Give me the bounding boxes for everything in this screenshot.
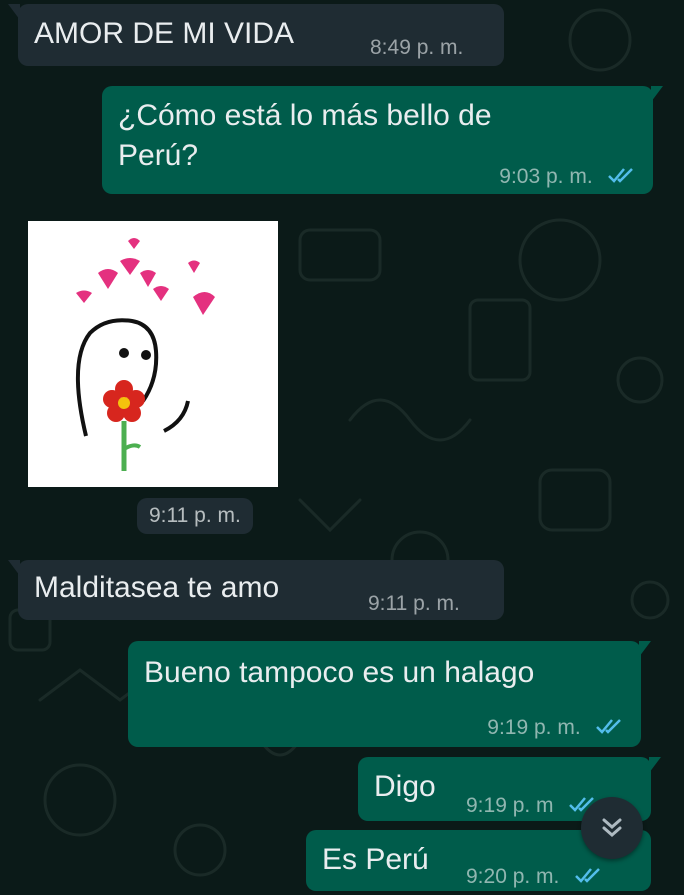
message-outgoing[interactable]: Bueno tampoco es un halago 9:19 p. m.: [128, 641, 651, 747]
message-text: Digo: [374, 770, 436, 803]
bubble-tail: [639, 641, 651, 657]
message-time: 9:11 p. m.: [368, 592, 460, 615]
bubble-tail: [649, 757, 661, 773]
double-check-icon: [596, 719, 621, 734]
message-text: AMOR DE MI VIDA: [34, 17, 295, 50]
message-time: 8:49 p. m.: [370, 36, 464, 59]
message-meta: 9:20 p. m.: [466, 856, 602, 895]
message-text: Malditasea te amo: [34, 571, 280, 604]
double-check-icon: [574, 868, 600, 883]
message-time: 9:20 p. m.: [466, 865, 560, 888]
message-time: 9:19 p. m.: [487, 716, 581, 739]
message-meta: 9:19 p. m.: [487, 707, 623, 746]
message-meta: 9:19 p. m: [466, 785, 596, 824]
message-text-line-1: ¿Cómo está lo más bello de: [118, 99, 492, 132]
bubble-tail: [8, 560, 20, 576]
message-text: Bueno tampoco es un halago: [144, 656, 535, 689]
double-check-icon: [608, 168, 633, 183]
message-text: Es Perú: [322, 843, 429, 876]
message-incoming[interactable]: Malditasea te amo 9:11 p. m.: [8, 560, 504, 620]
sticker-image[interactable]: [28, 221, 278, 487]
message-time: 9:03 p. m.: [499, 165, 593, 188]
sticker-time: 9:11 p. m.: [137, 498, 253, 534]
message-incoming[interactable]: AMOR DE MI VIDA 8:49 p. m.: [8, 4, 504, 66]
scroll-to-bottom-button[interactable]: [581, 797, 643, 859]
message-text-line-2: Perú?: [118, 139, 199, 172]
message-time: 9:19 p. m: [466, 794, 554, 817]
flork-flower-sticker-icon: [75, 238, 215, 471]
message-outgoing[interactable]: ¿Cómo está lo más bello de Perú? 9:03 p.…: [102, 86, 663, 195]
message-meta: 9:03 p. m.: [499, 156, 635, 195]
bubble-tail: [651, 86, 663, 102]
double-chevron-down-icon: [602, 818, 622, 837]
bubble-tail: [8, 4, 20, 20]
